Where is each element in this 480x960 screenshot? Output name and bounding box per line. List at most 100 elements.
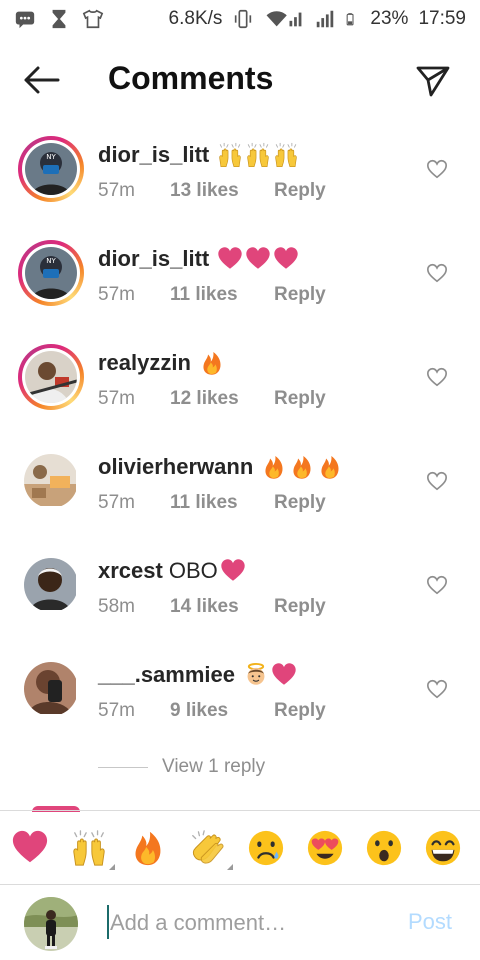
post-button[interactable]: Post xyxy=(408,909,452,935)
comment-meta: 57m 11 likes Reply xyxy=(98,492,326,514)
hourglass-icon xyxy=(52,9,66,29)
emoji-sad-face-button[interactable] xyxy=(246,828,286,868)
fire-icon xyxy=(317,454,343,480)
comment-likes[interactable]: 12 likes xyxy=(170,388,274,410)
comment-time: 57m xyxy=(98,700,135,721)
emoji-surprised-face-button[interactable] xyxy=(364,828,404,868)
comment-likes[interactable]: 14 likes xyxy=(170,596,274,618)
comment-username[interactable]: dior_is_litt xyxy=(98,142,209,168)
back-button[interactable] xyxy=(20,62,62,98)
comment-row[interactable]: NY dior_is_litt 57m 13 likes Reply xyxy=(0,124,480,228)
comment-row[interactable]: ___.sammiee 57m 9 likes Reply xyxy=(0,644,480,748)
heart-eyes-face-icon xyxy=(306,829,344,867)
avatar[interactable]: NY xyxy=(18,240,84,306)
cell-signal-icon xyxy=(317,10,334,28)
comment-likes[interactable]: 9 likes xyxy=(170,700,274,722)
comment-likes[interactable]: 13 likes xyxy=(170,180,274,202)
fire-icon xyxy=(199,350,225,376)
raised-hands-icon xyxy=(273,142,299,168)
comment-content: ___.sammiee xyxy=(98,662,297,688)
my-avatar[interactable] xyxy=(24,897,78,951)
comment-input[interactable] xyxy=(106,901,396,945)
network-speed: 6.8K/s xyxy=(168,8,223,29)
emoji-raised-hands-button[interactable] xyxy=(69,828,115,870)
fire-icon xyxy=(261,454,287,480)
emoji-heart-eyes-face-button[interactable] xyxy=(305,828,345,868)
comment-meta: 57m 11 likes Reply xyxy=(98,284,326,306)
baby-angel-icon xyxy=(243,662,269,688)
reply-button[interactable]: Reply xyxy=(274,492,326,514)
comment-username[interactable]: dior_is_litt xyxy=(98,246,209,272)
clock: 17:59 xyxy=(418,8,466,29)
emoji-fire-button[interactable] xyxy=(128,828,168,868)
comment-text xyxy=(215,246,299,272)
comment-likes[interactable]: 11 likes xyxy=(170,284,274,306)
reply-button[interactable]: Reply xyxy=(274,700,326,722)
like-heart-icon[interactable] xyxy=(426,678,448,700)
comment-row[interactable]: NY dior_is_litt 57m 11 likes Reply xyxy=(0,228,480,332)
emoji-clapping-hands-button[interactable] xyxy=(187,828,233,870)
reply-button[interactable]: Reply xyxy=(274,596,326,618)
svg-text:NY: NY xyxy=(46,153,56,161)
paper-plane-icon xyxy=(416,66,450,97)
fire-icon xyxy=(129,829,167,867)
raised-hands-icon xyxy=(70,829,108,867)
comment-row[interactable]: olivierherwann 57m 11 likes Reply xyxy=(0,436,480,540)
quick-emoji-bar xyxy=(0,810,480,884)
clapping-hands-icon xyxy=(188,829,226,867)
grinning-face-icon xyxy=(424,829,462,867)
chat-icon xyxy=(15,11,35,29)
comment-time: 58m xyxy=(98,596,135,617)
vibrate-icon xyxy=(235,9,252,29)
like-heart-icon[interactable] xyxy=(426,470,448,492)
fire-icon xyxy=(289,454,315,480)
avatar[interactable] xyxy=(24,454,78,508)
wifi-signal-icon xyxy=(267,11,302,27)
reply-button[interactable]: Reply xyxy=(274,284,326,306)
pink-heart-icon xyxy=(245,246,271,272)
comment-input-bar: Post xyxy=(0,884,480,960)
svg-text:NY: NY xyxy=(46,257,56,265)
comment-text xyxy=(215,142,299,168)
status-bar: 6.8K/s 23% 17:59 xyxy=(0,0,480,38)
comment-content: dior_is_litt xyxy=(98,142,299,168)
skin-tone-indicator xyxy=(227,863,233,870)
comment-text xyxy=(259,454,343,480)
avatar[interactable] xyxy=(18,344,84,410)
like-heart-icon[interactable] xyxy=(426,262,448,284)
comment-text: OBO xyxy=(169,558,246,584)
reply-button[interactable]: Reply xyxy=(274,388,326,410)
view-replies-button[interactable]: View 1 reply xyxy=(98,756,265,778)
comment-content: xrcest OBO xyxy=(98,558,246,584)
comment-row[interactable]: xrcest OBO 58m 14 likes Reply xyxy=(0,540,480,644)
header: Comments xyxy=(0,50,480,110)
comment-likes[interactable]: 11 likes xyxy=(170,492,274,514)
arrow-left-icon xyxy=(24,66,60,94)
view-replies-label: View 1 reply xyxy=(162,756,266,777)
skin-tone-indicator xyxy=(109,863,115,870)
reply-button[interactable]: Reply xyxy=(274,180,326,202)
comment-text-value: OBO xyxy=(168,558,218,583)
pink-heart-icon xyxy=(271,662,297,688)
surprised-face-icon xyxy=(365,829,403,867)
like-heart-icon[interactable] xyxy=(426,366,448,388)
comment-time: 57m xyxy=(98,180,135,201)
avatar[interactable]: NY xyxy=(18,136,84,202)
emoji-pink-heart-button[interactable] xyxy=(10,828,50,868)
comment-username[interactable]: realyzzin xyxy=(98,350,191,376)
like-heart-icon[interactable] xyxy=(426,574,448,596)
share-button[interactable] xyxy=(412,60,454,102)
emoji-grinning-face-button[interactable] xyxy=(423,828,463,868)
tshirt-icon xyxy=(82,9,104,29)
avatar[interactable] xyxy=(24,662,78,716)
raised-hands-icon xyxy=(217,142,243,168)
comment-username[interactable]: olivierherwann xyxy=(98,454,253,480)
battery-percent: 23% xyxy=(370,8,409,29)
comment-row[interactable]: realyzzin 57m 12 likes Reply xyxy=(0,332,480,436)
comment-username[interactable]: xrcest xyxy=(98,558,163,584)
pink-heart-icon xyxy=(217,246,243,272)
comment-username[interactable]: ___.sammiee xyxy=(98,662,235,688)
like-heart-icon[interactable] xyxy=(426,158,448,180)
avatar[interactable] xyxy=(24,558,78,612)
comment-time: 57m xyxy=(98,284,135,305)
